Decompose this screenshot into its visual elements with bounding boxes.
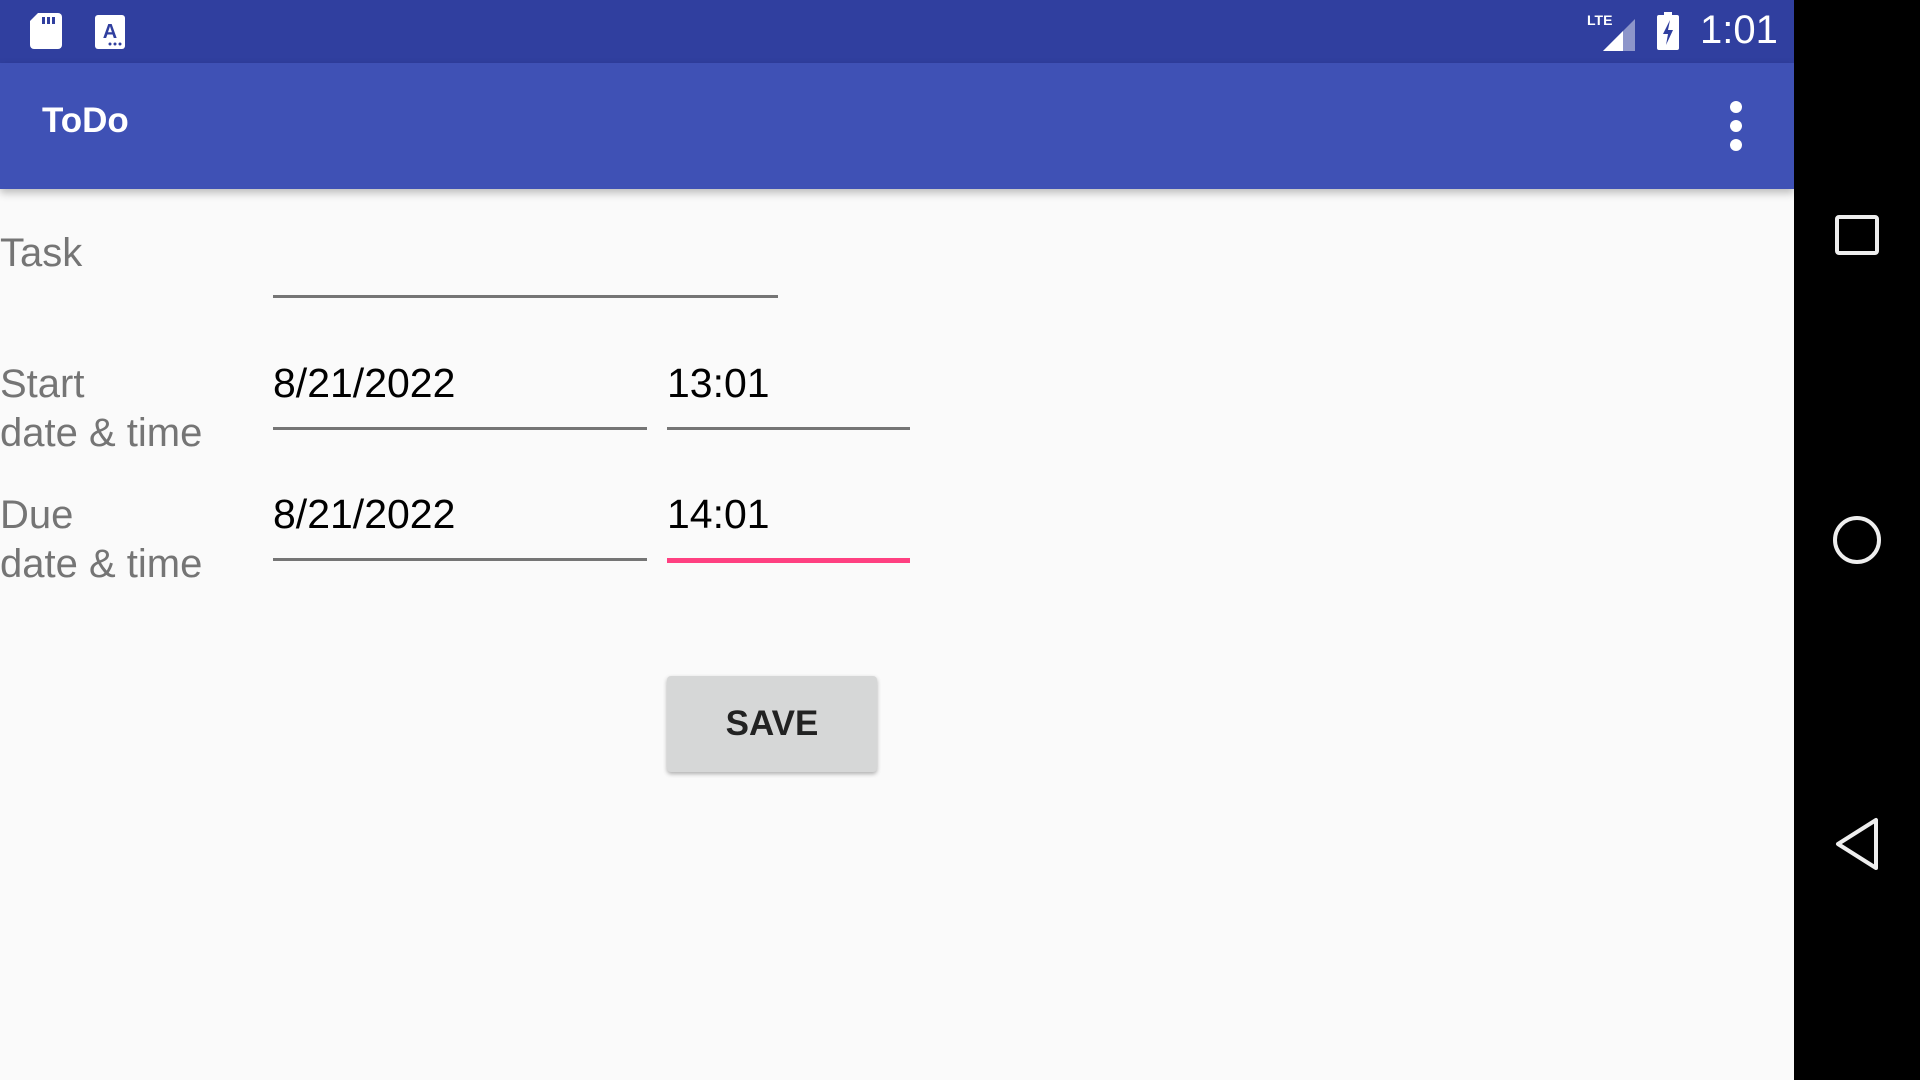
home-icon[interactable] — [1832, 514, 1882, 566]
due-label-line2: date & time — [0, 542, 203, 586]
start-date-field[interactable]: 8/21/2022 — [273, 360, 647, 407]
due-date-field[interactable]: 8/21/2022 — [273, 491, 647, 538]
status-clock: 1:01 — [1700, 8, 1778, 52]
due-time-underline-focused — [667, 558, 910, 563]
due-label-line1: Due — [0, 493, 74, 537]
notification-a-icon: A — [95, 15, 125, 49]
battery-charging-icon — [1657, 12, 1679, 50]
due-label: Due date & time — [0, 491, 202, 589]
status-bar: A LTE 1:01 — [0, 0, 1794, 63]
start-time-field[interactable]: 13:01 — [667, 360, 910, 407]
save-button[interactable]: SAVE — [667, 676, 877, 772]
recents-icon[interactable] — [1834, 212, 1880, 258]
navigation-bar — [1794, 0, 1920, 1080]
task-label: Task — [0, 231, 83, 275]
start-label-line1: Start — [0, 362, 85, 406]
back-icon[interactable] — [1834, 816, 1882, 872]
task-input[interactable] — [273, 236, 778, 292]
start-label: Start date & time — [0, 360, 202, 458]
sd-card-icon — [30, 13, 62, 49]
start-date-underline — [273, 427, 647, 430]
app-bar: ToDo — [0, 63, 1794, 189]
lte-signal-icon: LTE — [1587, 12, 1635, 51]
start-label-line2: date & time — [0, 411, 203, 455]
task-input-underline — [273, 295, 778, 298]
app-title: ToDo — [42, 101, 129, 140]
due-date-underline — [273, 558, 647, 561]
overflow-menu-icon[interactable] — [1722, 101, 1750, 151]
start-time-underline — [667, 427, 910, 430]
svg-text:A: A — [103, 21, 117, 43]
due-time-field[interactable]: 14:01 — [667, 491, 910, 538]
svg-text:LTE: LTE — [1587, 12, 1612, 28]
